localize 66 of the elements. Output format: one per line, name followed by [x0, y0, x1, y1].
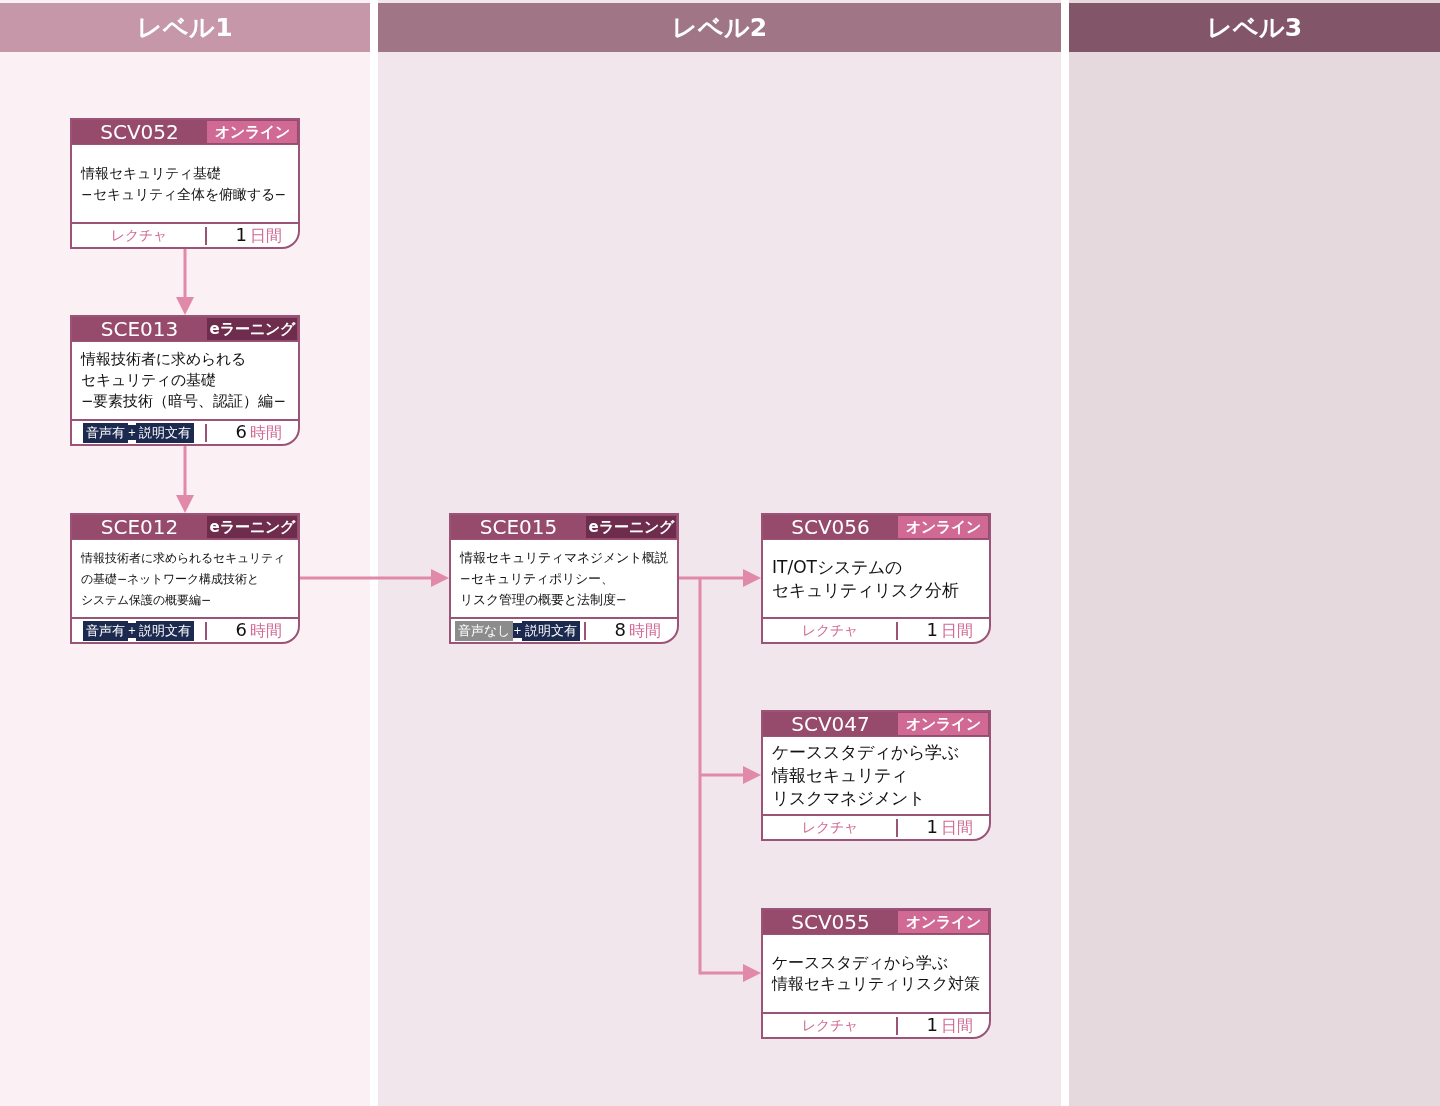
duration-unit: 時間	[250, 621, 282, 642]
format-label: レクチャ	[801, 621, 858, 640]
duration-value: 1	[926, 1014, 938, 1035]
course-code: SCE015	[478, 515, 559, 539]
title-line: 情報セキュリティ基礎	[81, 164, 221, 181]
duration-unit: 日間	[250, 226, 282, 247]
delivery-badge: eラーニング	[586, 516, 676, 538]
course-code: SCV056	[790, 515, 871, 539]
title-line: セキュリティリスク分析	[772, 579, 959, 600]
arrow	[176, 249, 194, 315]
duration-value: 1	[926, 816, 938, 837]
duration-unit: 日間	[941, 818, 973, 839]
no-audio-tag: 音声なし	[455, 620, 514, 641]
level-header: レベル2	[670, 12, 769, 44]
tag-separator: +	[513, 623, 522, 638]
level-header: レベル1	[136, 12, 234, 44]
duration-unit: 時間	[629, 621, 661, 642]
delivery-badge: eラーニング	[207, 318, 297, 340]
duration-value: 1	[235, 224, 247, 245]
delivery-badge: オンライン	[898, 516, 988, 538]
title-line: ケーススタディから学ぶ	[772, 952, 948, 972]
arrow	[700, 766, 761, 784]
duration-unit: 時間	[250, 423, 282, 444]
audio-tag: 音声有	[82, 422, 128, 443]
duration-unit: 日間	[941, 1016, 973, 1037]
title-line: 情報セキュリティ	[772, 765, 908, 786]
delivery-badge: オンライン	[898, 911, 988, 933]
title-line: リスク管理の概要と法制度−	[460, 591, 627, 607]
title-line: −要素技術（暗号、認証）編−	[81, 391, 286, 410]
caption-tag: 説明文有	[136, 422, 195, 443]
title-line: −セキュリティポリシー、	[460, 571, 614, 587]
arrow	[700, 964, 761, 982]
audio-tag: 音声有	[82, 620, 128, 641]
course-code: SCV047	[790, 712, 871, 736]
format-label: レクチャ	[110, 226, 167, 245]
title-line: 情報技術者に求められるセキュリティ	[81, 551, 285, 566]
title-line: ケーススタディから学ぶ	[772, 742, 959, 763]
format-label: レクチャ	[801, 818, 858, 837]
title-line: 情報セキュリティマネジメント概説	[460, 550, 668, 566]
delivery-badge: オンライン	[898, 713, 988, 735]
course-code: SCV052	[99, 120, 180, 144]
duration-value: 6	[235, 421, 247, 442]
title-line: −セキュリティ全体を俯瞰する−	[81, 185, 287, 202]
caption-tag: 説明文有	[136, 620, 195, 641]
course-code: SCE013	[99, 317, 180, 341]
duration-value: 6	[235, 619, 247, 640]
delivery-badge: オンライン	[207, 121, 297, 143]
delivery-badge: eラーニング	[207, 516, 297, 538]
title-line: の基礎−ネットワーク構成技術と	[81, 572, 260, 587]
level-header: レベル3	[1205, 12, 1304, 44]
title-line: システム保護の概要編−	[81, 592, 212, 607]
title-line: セキュリティの基礎	[81, 371, 216, 390]
title-line: 情報セキュリティリスク対策	[772, 973, 980, 993]
duration-value: 1	[926, 619, 938, 640]
title-line: IT/OTシステムの	[772, 556, 902, 577]
tag-separator: +	[127, 425, 137, 440]
title-line: リスクマネジメント	[772, 787, 925, 808]
caption-tag: 説明文有	[521, 620, 580, 641]
title-line: 情報技術者に求められる	[81, 350, 246, 369]
tag-separator: +	[127, 623, 137, 638]
arrow	[176, 446, 194, 513]
duration-value: 8	[614, 619, 626, 640]
course-code: SCE012	[99, 515, 180, 539]
duration-unit: 日間	[941, 621, 973, 642]
format-label: レクチャ	[801, 1016, 858, 1035]
course-code: SCV055	[790, 910, 871, 934]
